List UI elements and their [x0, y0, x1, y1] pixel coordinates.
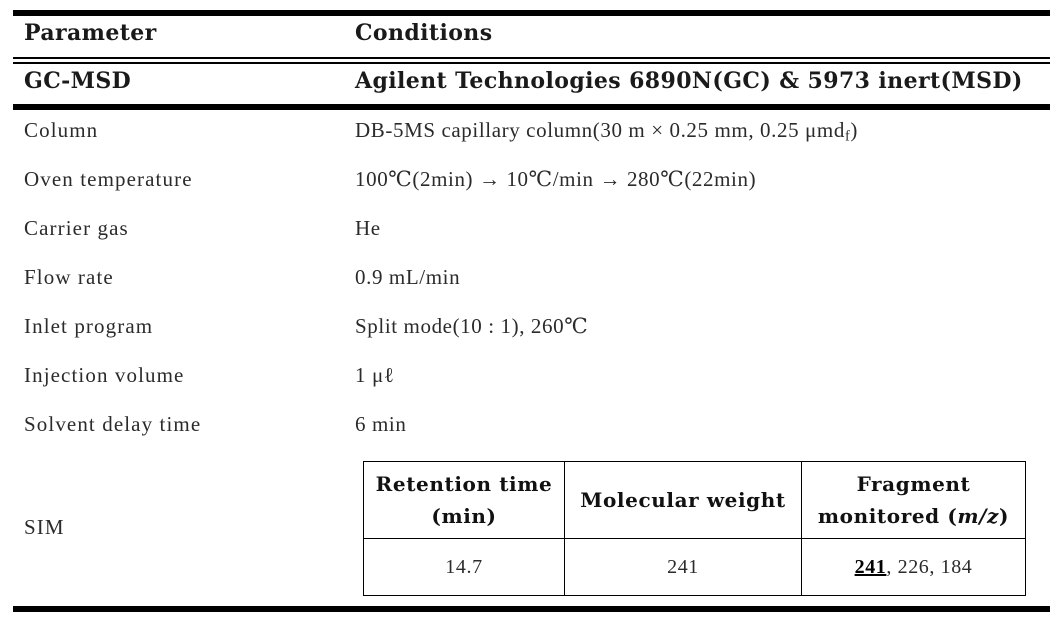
table-bottom-rule [13, 606, 1050, 612]
table-row: Flow rate 0.9 mL/min [0, 257, 1063, 306]
sim-header-fragment-mz: m/z [957, 504, 1000, 528]
column-header-parameter: Parameter [24, 20, 157, 46]
row-value-carrier-gas: He [355, 216, 381, 240]
sim-header-fragment-pre: monitored ( [817, 504, 958, 528]
header-separator-rule-lower [13, 62, 1050, 64]
sim-cell-fragment-monitored: 241, 226, 184 [801, 538, 1026, 596]
table-row: Oven temperature 100℃(2min) → 10℃/min → … [0, 159, 1063, 208]
sim-table-row: 14.7 241 241, 226, 184 [363, 538, 1026, 596]
row-label-column: Column [24, 118, 99, 142]
table-row: Column DB-5MS capillary column(30 m × 0.… [0, 110, 1063, 159]
row-label-flow-rate: Flow rate [24, 265, 114, 289]
sim-header-molecular-weight-line1: Molecular weight [580, 488, 786, 512]
instrument-row-value: Agilent Technologies 6890N(GC) & 5973 in… [355, 68, 1023, 94]
sim-column-header-molecular-weight: Molecular weight [564, 461, 802, 539]
parameter-rows: Column DB-5MS capillary column(30 m × 0.… [0, 110, 1063, 453]
row-value-flow-rate: 0.9 mL/min [355, 265, 461, 289]
instrument-row-label: GC-MSD [24, 68, 132, 94]
sim-column-header-fragment-monitored: Fragment monitored (m/z) [801, 461, 1026, 539]
row-label-inlet-program: Inlet program [24, 314, 154, 338]
table-header-row: Parameter Conditions [0, 20, 1063, 56]
table-row: Carrier gas He [0, 208, 1063, 257]
table-row: Injection volume 1 μℓ [0, 355, 1063, 404]
table-row: Solvent delay time 6 min [0, 404, 1063, 453]
table-page: Parameter Conditions GC-MSD Agilent Tech… [0, 0, 1063, 632]
sim-header-fragment-line1: Fragment [856, 472, 971, 496]
header-separator-rule-upper [13, 57, 1050, 59]
row-value-inlet-program: Split mode(10 : 1), 260℃ [355, 314, 589, 338]
column-value-pre: DB-5MS capillary column(30 m × 0.25 mm, … [355, 118, 845, 142]
sim-header-fragment-post: ) [999, 504, 1010, 528]
row-label-solvent-delay-time: Solvent delay time [24, 412, 202, 436]
sim-fragment-secondary-ions: , 226, 184 [886, 555, 973, 578]
row-label-sim: SIM [24, 515, 65, 539]
sim-cell-retention-time: 14.7 [363, 538, 565, 596]
sim-cell-molecular-weight: 241 [564, 538, 802, 596]
row-value-column: DB-5MS capillary column(30 m × 0.25 mm, … [355, 118, 858, 146]
row-value-oven-temperature: 100℃(2min) → 10℃/min → 280℃(22min) [355, 167, 757, 191]
sim-header-retention-time-line2: (min) [431, 504, 497, 528]
sim-header-retention-time-line1: Retention time [375, 472, 553, 496]
instrument-row: GC-MSD Agilent Technologies 6890N(GC) & … [0, 68, 1063, 104]
sim-fragment-primary-ion: 241 [854, 555, 887, 578]
column-value-post: ) [850, 118, 858, 142]
row-label-carrier-gas: Carrier gas [24, 216, 129, 240]
table-row: Inlet program Split mode(10 : 1), 260℃ [0, 306, 1063, 355]
row-label-injection-volume: Injection volume [24, 363, 185, 387]
sim-table-header-row: Retention time (min) Molecular weight Fr… [363, 461, 1026, 539]
row-value-solvent-delay-time: 6 min [355, 412, 407, 436]
sim-header-fragment-line2: monitored (m/z) [802, 500, 1025, 532]
sim-column-header-retention-time: Retention time (min) [363, 461, 565, 539]
table-top-rule [13, 10, 1050, 16]
sim-table: Retention time (min) Molecular weight Fr… [363, 461, 1026, 596]
row-value-injection-volume: 1 μℓ [355, 363, 395, 387]
column-header-conditions: Conditions [355, 20, 493, 46]
row-label-oven-temperature: Oven temperature [24, 167, 193, 191]
